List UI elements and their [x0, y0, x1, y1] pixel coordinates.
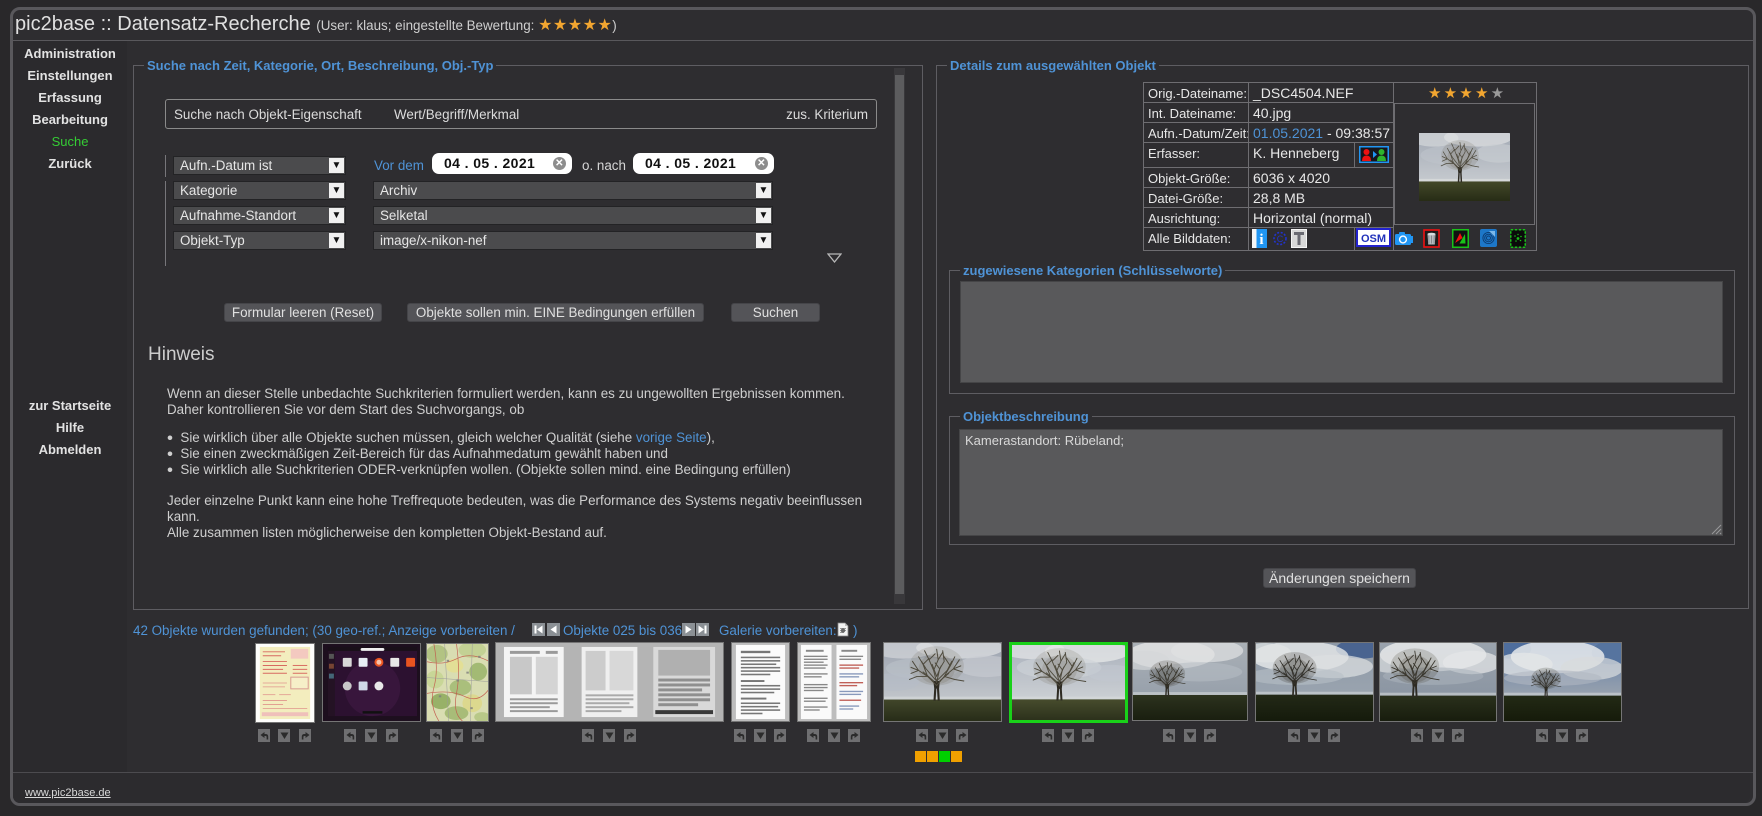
svg-text:i: i — [1259, 232, 1263, 248]
svg-text:OSM: OSM — [1361, 233, 1386, 245]
svg-text:C: C — [1277, 234, 1284, 244]
